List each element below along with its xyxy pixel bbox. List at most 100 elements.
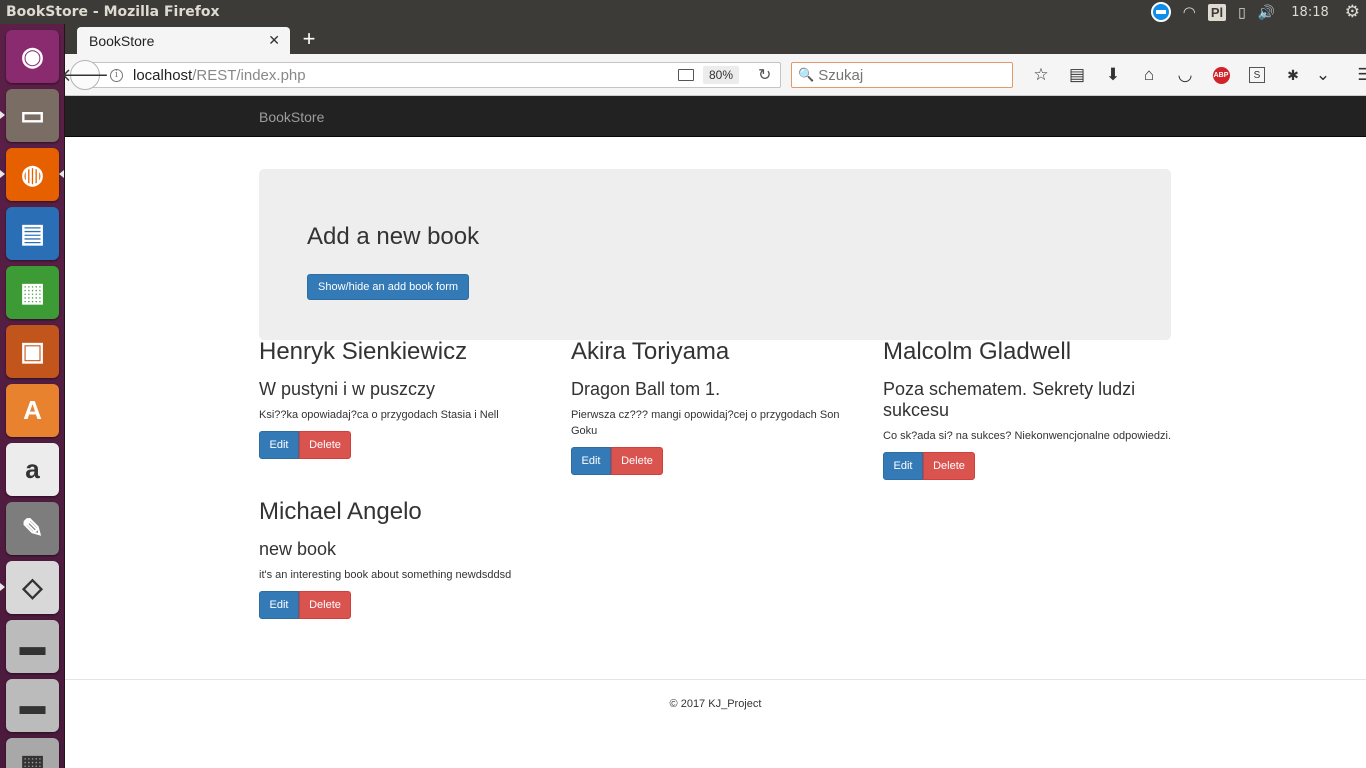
book-author: Malcolm Gladwell	[883, 338, 1072, 365]
home-icon[interactable]: ⌂	[1131, 60, 1167, 90]
firefox-window: BookStore ✕ + i localhost/REST/index.php…	[61, 24, 1366, 768]
system-settings-glyph: ✎	[21, 513, 44, 543]
delete-book-button[interactable]: Delete	[299, 431, 351, 459]
ubuntu-dash-glyph: ◉	[21, 41, 44, 71]
search-input[interactable]	[818, 66, 1009, 84]
book-card: Akira Toriyama Dragon Ball tom 1. Pierwsza…	[571, 338, 861, 475]
edit-book-button[interactable]: Edit	[571, 447, 611, 475]
footer-text: © 2017 KJ_Project	[669, 698, 762, 710]
launcher-system-settings-icon[interactable]: ✎	[6, 502, 59, 555]
url-host: localhost	[133, 66, 193, 84]
toggle-add-form-button[interactable]: Show/hide an add book form	[307, 274, 470, 300]
launcher-files-icon[interactable]: ▭	[6, 89, 59, 142]
launcher-ubuntu-dash-icon[interactable]: ◉	[6, 30, 59, 83]
delete-book-button[interactable]: Delete	[611, 447, 663, 475]
close-tab-icon[interactable]: ✕	[268, 32, 280, 49]
pocket-icon[interactable]: ◡	[1167, 60, 1203, 90]
book-description: Co sk?ada si? na sukces? Niekonwencjonal…	[883, 430, 1172, 442]
system-tray: ◠ Pl ▯ 🔊 18:18 ⚙	[1145, 0, 1366, 24]
gear-icon[interactable]: ⚙	[1345, 0, 1360, 24]
search-icon: 🔍	[798, 67, 815, 82]
reader-view-icon[interactable]	[678, 69, 694, 81]
book-card: Henryk Sienkiewicz W pustyni i w puszczy K…	[259, 338, 549, 459]
edit-book-button[interactable]: Edit	[259, 591, 299, 619]
drive-2-glyph: ▬	[19, 690, 46, 720]
page-viewport: BookStore Add a new book Show/hide an ad…	[65, 96, 1366, 768]
book-card: Michael Angelo new book it's an interestin…	[259, 498, 549, 619]
launcher: ◉ ▭ ◍ ▤ ▦ ▣ Aa ✎ ◇ ▬ ▬ ▦	[0, 24, 65, 768]
reload-icon[interactable]: ↻	[758, 65, 771, 85]
launcher-firefox-icon[interactable]: ◍	[6, 148, 59, 201]
amazon-glyph: a	[25, 454, 40, 484]
launcher-amazon-icon[interactable]: a	[6, 443, 59, 496]
url-path: /REST/index.php	[192, 66, 306, 84]
firefox-glyph: ◍	[21, 159, 44, 189]
launcher-ubuntu-software-icon[interactable]: A	[6, 384, 59, 437]
ubuntu-software-glyph: A	[23, 395, 42, 425]
wifi-icon[interactable]: ◠	[1183, 0, 1196, 24]
libreoffice-calc-glyph: ▦	[20, 277, 45, 307]
back-button[interactable]: 🡐	[61, 60, 109, 90]
book-actions: Edit Delete	[571, 447, 861, 475]
downloads-icon[interactable]: ⬇	[1095, 60, 1131, 90]
launcher-libreoffice-writer-icon[interactable]: ▤	[6, 207, 59, 260]
book-author: Michael Angelo	[259, 498, 422, 525]
site-brand-link[interactable]: BookStore	[259, 109, 324, 125]
trash-glyph: ▦	[20, 749, 45, 768]
hamburger-menu-icon[interactable]: ☰	[1347, 60, 1366, 90]
drive-1-glyph: ▬	[19, 631, 46, 661]
tab-title: BookStore	[89, 32, 155, 49]
book-title: new book	[259, 539, 337, 559]
book-title: Dragon Ball tom 1.	[571, 379, 721, 399]
launcher-libreoffice-calc-icon[interactable]: ▦	[6, 266, 59, 319]
url-bar[interactable]: i localhost/REST/index.php 80% ↻	[87, 62, 781, 88]
book-actions: Edit Delete	[883, 452, 1173, 480]
info-icon[interactable]: i	[110, 68, 123, 82]
volume-icon[interactable]: 🔊	[1258, 0, 1275, 24]
teamviewer-icon[interactable]	[1150, 0, 1171, 24]
book-title: W pustyni i w puszczy	[259, 379, 436, 399]
delete-book-button[interactable]: Delete	[923, 452, 975, 480]
libreoffice-impress-glyph: ▣	[20, 336, 45, 366]
tab-bookstore[interactable]: BookStore ✕	[77, 27, 290, 54]
search-bar[interactable]: 🔍	[791, 62, 1013, 88]
delete-book-button[interactable]: Delete	[299, 591, 351, 619]
launcher-document-viewer-icon[interactable]: ◇	[6, 561, 59, 614]
bookmark-star-icon[interactable]: ☆	[1023, 60, 1059, 90]
running-indicator	[0, 583, 5, 591]
navigation-toolbar: i localhost/REST/index.php 80% ↻ 🡐 🔍 ☆ ▤…	[61, 54, 1366, 96]
zoom-level[interactable]: 80%	[703, 66, 740, 84]
launcher-libreoffice-impress-icon[interactable]: ▣	[6, 325, 59, 378]
new-tab-button[interactable]: +	[297, 26, 321, 52]
adblock-icon[interactable]: ABP	[1203, 60, 1239, 90]
toolbar-icons: ☆ ▤ ⬇ ⌂ ◡ ABP S ✱ ⌄ ☰	[1023, 54, 1366, 96]
libreoffice-writer-glyph: ▤	[20, 218, 45, 248]
bookmarks-list-icon[interactable]: ▤	[1059, 60, 1095, 90]
book-author: Akira Toriyama	[571, 338, 730, 365]
clock[interactable]: 18:18	[1291, 0, 1328, 24]
extension-s-icon[interactable]: S	[1239, 60, 1275, 90]
book-actions: Edit Delete	[259, 591, 549, 619]
footer-divider	[65, 679, 1366, 680]
running-indicator	[0, 111, 5, 119]
book-actions: Edit Delete	[259, 431, 549, 459]
extension-bug-icon[interactable]: ✱	[1275, 60, 1311, 90]
battery-icon[interactable]: ▯	[1238, 0, 1246, 24]
edit-book-button[interactable]: Edit	[259, 431, 299, 459]
add-book-jumbotron: Add a new book Show/hide an add book for…	[259, 169, 1171, 340]
edit-book-button[interactable]: Edit	[883, 452, 923, 480]
book-description: Pierwsza cz??? mangi opowidaj?cej o przy…	[571, 409, 840, 437]
book-title: Poza schematem. Sekrety ludzi sukcesu	[883, 379, 1136, 420]
files-glyph: ▭	[20, 100, 45, 130]
jumbotron-title: Add a new book	[307, 223, 480, 250]
keyboard-layout-indicator[interactable]: Pl	[1207, 3, 1227, 21]
book-author: Henryk Sienkiewicz	[259, 338, 468, 365]
tab-strip: BookStore ✕ +	[65, 24, 1366, 54]
overflow-chevron-icon[interactable]: ⌄	[1311, 60, 1335, 90]
document-viewer-glyph: ◇	[22, 572, 43, 602]
launcher-drive-1-icon[interactable]: ▬	[6, 620, 59, 673]
launcher-trash-icon[interactable]: ▦	[6, 738, 59, 768]
focused-indicator	[59, 170, 64, 178]
book-card: Malcolm Gladwell Poza schematem. Sekrety …	[883, 338, 1173, 480]
launcher-drive-2-icon[interactable]: ▬	[6, 679, 59, 732]
